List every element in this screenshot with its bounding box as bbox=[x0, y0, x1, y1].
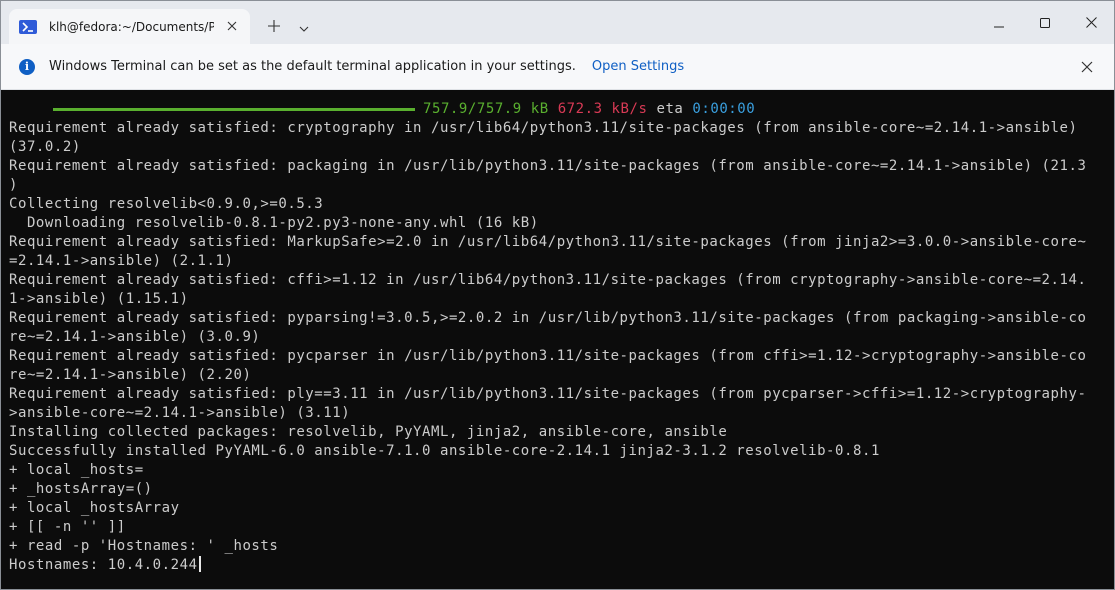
terminal-line: >ansible-core~=2.14.1->ansible) (3.11) bbox=[9, 405, 351, 421]
terminal-window: klh@fedora:~/Documents/PI- i Windows Ter… bbox=[0, 0, 1115, 590]
infobar-message: Windows Terminal can be set as the defau… bbox=[49, 59, 576, 74]
terminal-line: Requirement already satisfied: cffi>=1.1… bbox=[9, 272, 1087, 288]
terminal-line: Requirement already satisfied: pyparsing… bbox=[9, 310, 1087, 326]
terminal-line: Installing collected packages: resolveli… bbox=[9, 424, 728, 440]
close-window-button[interactable] bbox=[1068, 1, 1114, 44]
maximize-icon bbox=[1040, 13, 1050, 32]
close-icon[interactable] bbox=[224, 18, 240, 34]
prompt-text: Hostnames: 10.4.0.244 bbox=[9, 557, 198, 573]
terminal-line: Collecting resolvelib<0.9.0,>=0.5.3 bbox=[9, 196, 324, 212]
terminal-line: + _hostsArray=() bbox=[9, 481, 153, 497]
tab-title: klh@fedora:~/Documents/PI- bbox=[49, 19, 214, 34]
terminal-line: (37.0.2) bbox=[9, 139, 81, 155]
terminal-line: Requirement already satisfied: ply==3.11… bbox=[9, 386, 1087, 402]
powershell-icon bbox=[19, 19, 37, 34]
prompt-line[interactable]: Hostnames: 10.4.0.244 bbox=[9, 556, 1114, 575]
terminal-line: + local _hostsArray bbox=[9, 500, 180, 516]
terminal-line: Requirement already satisfied: packaging… bbox=[9, 158, 1087, 174]
download-progress-line: 757.9/757.9 kB 672.3 kB/s eta 0:00:00 bbox=[9, 100, 1114, 119]
terminal-line: Requirement already satisfied: cryptogra… bbox=[9, 120, 1078, 136]
tab-terminal[interactable]: klh@fedora:~/Documents/PI- bbox=[9, 9, 250, 44]
terminal-line: Successfully installed PyYAML-6.0 ansibl… bbox=[9, 443, 880, 459]
close-icon[interactable] bbox=[1078, 58, 1096, 76]
text-cursor bbox=[198, 556, 201, 572]
terminal-line: Requirement already satisfied: pycparser… bbox=[9, 348, 1087, 364]
plus-icon bbox=[268, 17, 280, 36]
terminal-line: re~=2.14.1->ansible) (3.0.9) bbox=[9, 329, 261, 345]
terminal-line: + local _hosts= bbox=[9, 462, 144, 478]
title-bar[interactable]: klh@fedora:~/Documents/PI- bbox=[1, 1, 1114, 44]
minimize-button[interactable] bbox=[976, 1, 1022, 44]
progress-speed: 672.3 kB/s bbox=[557, 101, 648, 117]
terminal-line: =2.14.1->ansible) (2.1.1) bbox=[9, 253, 234, 269]
terminal-line: re~=2.14.1->ansible) (2.20) bbox=[9, 367, 252, 383]
info-icon: i bbox=[19, 58, 35, 75]
terminal-output[interactable]: 757.9/757.9 kB 672.3 kB/s eta 0:00:00 Re… bbox=[1, 91, 1114, 589]
progress-bar bbox=[53, 108, 415, 111]
minimize-icon bbox=[994, 13, 1004, 32]
chevron-down-icon bbox=[299, 17, 309, 36]
maximize-button[interactable] bbox=[1022, 1, 1068, 44]
open-settings-link[interactable]: Open Settings bbox=[592, 59, 684, 74]
tab-dropdown-button[interactable] bbox=[289, 9, 319, 44]
terminal-line: Downloading resolvelib-0.8.1-py2.py3-non… bbox=[9, 215, 539, 231]
terminal-line: Requirement already satisfied: MarkupSaf… bbox=[9, 234, 1087, 250]
progress-size: 757.9/757.9 kB bbox=[423, 101, 549, 117]
default-terminal-infobar: i Windows Terminal can be set as the def… bbox=[1, 44, 1114, 90]
progress-eta: 0:00:00 bbox=[692, 101, 756, 117]
terminal-lines: Requirement already satisfied: cryptogra… bbox=[9, 119, 1114, 556]
terminal-line: + [[ -n '' ]] bbox=[9, 519, 126, 535]
terminal-line: + read -p 'Hostnames: ' _hosts bbox=[9, 538, 279, 554]
progress-eta-label: eta bbox=[656, 101, 684, 117]
close-icon bbox=[1085, 13, 1097, 32]
window-controls bbox=[976, 1, 1114, 44]
terminal-line: 1->ansible) (1.15.1) bbox=[9, 291, 189, 307]
new-tab-button[interactable] bbox=[259, 9, 289, 44]
terminal-line: ) bbox=[9, 177, 18, 193]
